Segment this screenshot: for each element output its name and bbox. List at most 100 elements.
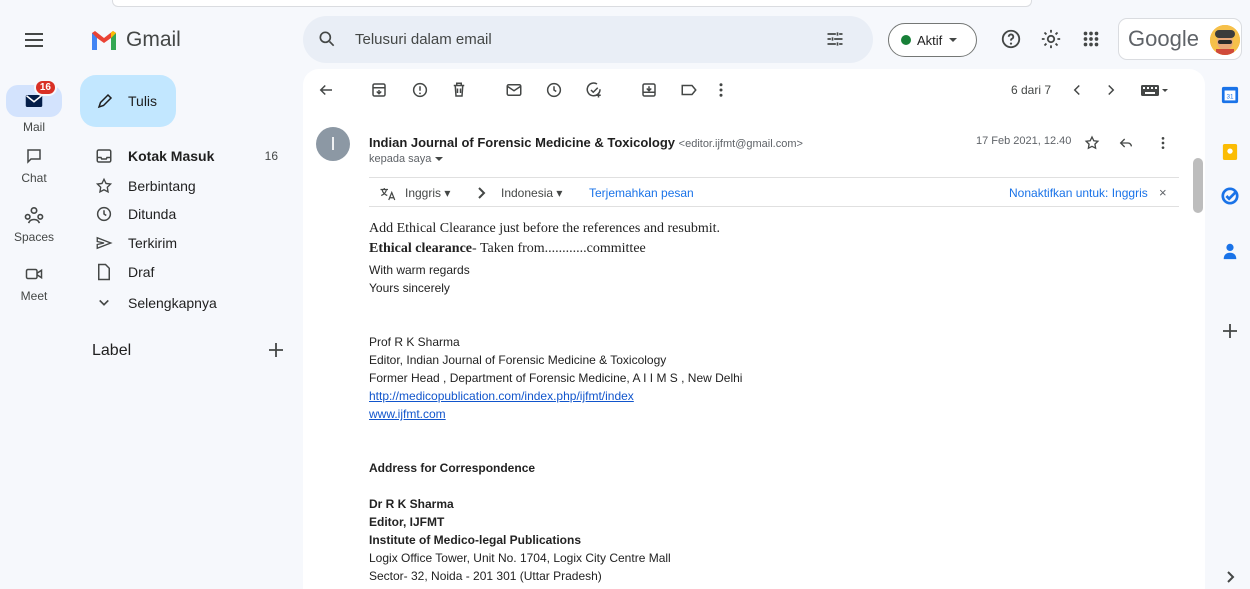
get-addons-button[interactable] — [1215, 316, 1245, 346]
address-line-2: Sector- 32, Noida - 201 301 (Uttar Prade… — [369, 569, 602, 583]
older-button[interactable] — [1104, 81, 1118, 99]
filter-options-icon[interactable] — [825, 29, 845, 49]
journal-link[interactable]: http://medicopublication.com/index.php/i… — [369, 389, 634, 403]
account-button[interactable]: Google — [1118, 18, 1242, 60]
scrollbar-thumb[interactable] — [1193, 158, 1203, 213]
sender-name[interactable]: Indian Journal of Forensic Medicine & To… — [369, 135, 675, 150]
contacts-icon — [1223, 243, 1237, 260]
nav-item-snoozed[interactable]: Ditunda — [80, 199, 292, 229]
keyboard-icon — [1141, 85, 1168, 96]
move-to-button[interactable] — [640, 81, 658, 99]
gmail-logo[interactable]: Gmail — [90, 28, 181, 52]
main-menu-button[interactable] — [22, 28, 50, 52]
send-icon — [96, 236, 113, 250]
video-camera-icon — [25, 268, 43, 280]
nav-label: Draf — [128, 264, 155, 280]
star-button[interactable] — [1084, 135, 1100, 151]
avatar[interactable] — [1210, 25, 1240, 55]
contacts-addon[interactable] — [1215, 236, 1245, 266]
mark-unread-button[interactable] — [505, 81, 523, 99]
search-bar[interactable]: Telusuri dalam email — [303, 16, 873, 63]
archive-button[interactable] — [370, 81, 388, 99]
address-line-1: Logix Office Tower, Unit No. 1704, Logix… — [369, 551, 671, 565]
rail-meet[interactable]: Meet — [0, 262, 68, 303]
delete-button[interactable] — [450, 81, 468, 99]
nav-label: Selengkapnya — [128, 295, 217, 311]
archive-icon — [372, 83, 386, 97]
website-link[interactable]: www.ijfmt.com — [369, 407, 446, 421]
expand-side-panel-button[interactable] — [1215, 562, 1245, 589]
translate-glyph-icon — [380, 188, 396, 201]
address-role: Editor, IJFMT — [369, 515, 445, 529]
draft-icon — [98, 263, 110, 281]
signature-former: Former Head , Department of Forensic Med… — [369, 371, 743, 385]
search-input[interactable]: Telusuri dalam email — [355, 31, 492, 48]
sender-line: Indian Journal of Forensic Medicine & To… — [369, 135, 803, 150]
close-translate-button[interactable]: × — [1159, 185, 1167, 200]
caret-down-icon — [435, 157, 444, 162]
source-language: Inggris — [405, 186, 442, 200]
report-spam-button[interactable] — [411, 81, 429, 99]
sender-avatar[interactable]: I — [316, 127, 350, 161]
back-button[interactable] — [317, 81, 335, 99]
nav-label: Terkirim — [128, 235, 177, 251]
body-line-1: Add Ethical Clearance just before the re… — [369, 221, 721, 236]
tasks-addon[interactable] — [1215, 181, 1245, 211]
translate-message-link[interactable]: Terjemahkan pesan — [589, 186, 694, 200]
google-wordmark: Google — [1128, 26, 1199, 51]
add-label-button[interactable] — [268, 342, 284, 358]
keep-icon — [1222, 144, 1238, 160]
rail-spaces[interactable]: Spaces — [0, 203, 68, 244]
keep-addon[interactable] — [1215, 137, 1245, 167]
chat-rail-icon-wrap — [18, 144, 50, 168]
email-date: 17 Feb 2021, 12.40 — [976, 135, 1072, 147]
nav-item-more[interactable]: Selengkapnya — [80, 288, 292, 318]
plus-icon — [269, 343, 283, 357]
settings-button[interactable] — [1040, 28, 1062, 50]
nav-item-inbox[interactable]: Kotak Masuk 16 — [80, 141, 292, 171]
nav-item-drafts[interactable]: Draf — [80, 257, 292, 287]
reply-button[interactable] — [1118, 135, 1134, 151]
input-tools-button[interactable] — [1140, 81, 1170, 99]
body-line-2: Ethical clearance- Taken from...........… — [369, 241, 646, 257]
pager-text: 6 dari 7 — [1011, 83, 1052, 97]
newer-button[interactable] — [1070, 81, 1084, 99]
status-button[interactable]: Aktif — [888, 23, 977, 57]
search-icon[interactable] — [317, 29, 337, 49]
add-to-tasks-button[interactable] — [585, 81, 603, 99]
nav-label: Berbintang — [128, 178, 196, 194]
chevron-right-icon — [478, 187, 486, 199]
translate-bar: Inggris ▾ Indonesia ▾ Terjemahkan pesan … — [369, 177, 1179, 207]
nav-label: Kotak Masuk — [128, 148, 215, 164]
compose-button[interactable]: Tulis — [80, 75, 176, 127]
rail-label-meet: Meet — [20, 289, 48, 303]
pencil-icon — [97, 93, 113, 109]
snooze-button[interactable] — [545, 81, 563, 99]
signature-name: Prof R K Sharma — [369, 335, 460, 349]
label-button[interactable] — [680, 81, 698, 99]
source-language-select[interactable]: Inggris ▾ — [405, 186, 450, 200]
disable-translate-link[interactable]: Nonaktifkan untuk: Inggris — [1009, 186, 1148, 200]
rail-label-chat: Chat — [21, 171, 47, 185]
body-line-4: Yours sincerely — [369, 281, 450, 295]
nav-item-starred[interactable]: Berbintang — [80, 171, 292, 201]
nav-item-sent[interactable]: Terkirim — [80, 228, 292, 258]
help-button[interactable] — [1000, 28, 1022, 50]
address-heading: Address for Correspondence — [369, 461, 536, 475]
translate-icon — [379, 186, 397, 202]
star-icon — [95, 177, 113, 194]
spaces-icon — [24, 206, 44, 224]
translate-arrow-icon — [477, 186, 487, 200]
rail-mail[interactable]: 16 Mail — [0, 79, 68, 134]
more-options-button[interactable] — [718, 81, 724, 99]
chevron-down-icon — [99, 299, 109, 306]
calendar-addon[interactable]: 31 — [1215, 80, 1245, 110]
message-more-button[interactable] — [1160, 135, 1166, 151]
rail-chat[interactable]: Chat — [0, 144, 68, 185]
chevron-right-icon — [1108, 84, 1115, 96]
recipient-line[interactable]: kepada saya — [369, 153, 444, 165]
body-line-2-rest: - Taken from............committee — [472, 241, 646, 256]
target-language-select[interactable]: Indonesia ▾ — [501, 186, 562, 200]
apps-button[interactable] — [1080, 28, 1102, 50]
caret-down-icon — [949, 38, 958, 42]
